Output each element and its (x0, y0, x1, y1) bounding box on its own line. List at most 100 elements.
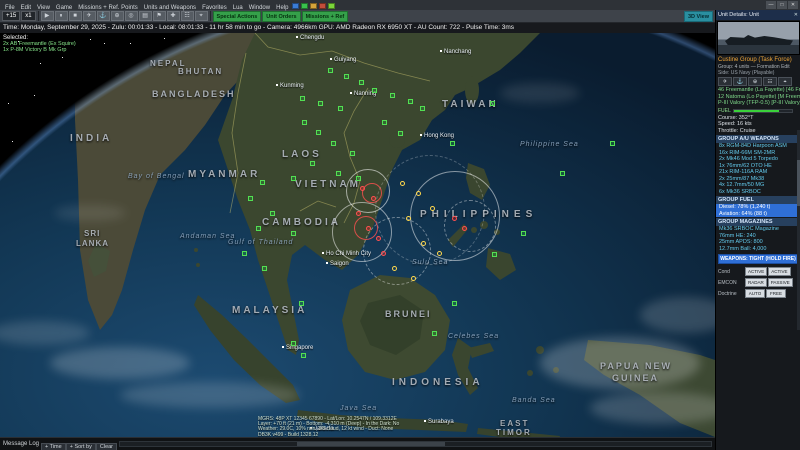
weapons-state-button[interactable]: WEAPONS: TIGHT (HOLD FIRE) (718, 254, 798, 264)
maximize-button[interactable]: □ (777, 1, 787, 9)
log-control--time[interactable]: + Time (41, 443, 66, 450)
unit-symbol-neutral[interactable] (400, 181, 405, 186)
unit-action-button-0[interactable]: ✈ (718, 77, 732, 86)
unit-symbol-friendly[interactable] (291, 176, 296, 181)
unit-symbol-friendly[interactable] (310, 161, 315, 166)
unit-symbol-friendly[interactable] (452, 301, 457, 306)
status-value-box[interactable]: AUTO (745, 289, 765, 298)
section-item-link[interactable]: 12.7mm Ball: 4,000 (716, 246, 800, 253)
unit-symbol-neutral[interactable] (406, 216, 411, 221)
unit-name-link[interactable]: Custine Group (Task Force) (716, 56, 800, 64)
unit-symbol-friendly[interactable] (291, 341, 296, 346)
unit-symbol-friendly[interactable] (328, 68, 333, 73)
unit-symbol-friendly[interactable] (382, 120, 387, 125)
menu-help[interactable]: Help (273, 5, 291, 11)
message-log-controls: + Time+ Sort byClear (41, 435, 117, 450)
unit-symbol-hostile[interactable] (356, 211, 361, 216)
unit-symbol-friendly[interactable] (270, 211, 275, 216)
unit-symbol-friendly[interactable] (291, 231, 296, 236)
status-value-box[interactable]: ACTIVE (745, 267, 767, 276)
unit-symbol-hostile[interactable] (376, 236, 381, 241)
horizontal-scrollbar[interactable] (119, 441, 712, 447)
unit-symbol-friendly[interactable] (336, 171, 341, 176)
message-log-label[interactable]: Message Log (3, 441, 39, 447)
status-value-box[interactable]: PASSIVE (768, 278, 793, 287)
menu-view[interactable]: View (34, 5, 53, 11)
unit-symbol-hostile[interactable] (366, 226, 371, 231)
menubar-icon-1[interactable] (301, 3, 308, 9)
group-member-link[interactable]: P-III Valory (TFP-0.5) [P-III Valory] (716, 100, 800, 107)
status-value-box[interactable]: RADAR (745, 278, 767, 287)
unit-symbol-friendly[interactable] (356, 176, 361, 181)
scrollbar-thumb[interactable] (297, 442, 445, 446)
unit-symbol-friendly[interactable] (302, 120, 307, 125)
menubar-icon-4[interactable] (328, 3, 335, 9)
unit-symbol-friendly[interactable] (248, 196, 253, 201)
unit-symbol-friendly[interactable] (490, 101, 495, 106)
section-item-link[interactable]: Aviation: 64% (88 t) (716, 211, 800, 218)
unit-symbol-hostile[interactable] (371, 196, 376, 201)
unit-symbol-friendly[interactable] (262, 266, 267, 271)
menu-window[interactable]: Window (246, 5, 273, 11)
unit-symbol-friendly[interactable] (331, 141, 336, 146)
unit-symbol-neutral[interactable] (416, 191, 421, 196)
unit-symbol-neutral[interactable] (430, 206, 435, 211)
globe-map[interactable]: NEPALBHUTANBANGLADESHINDIAMYANMARLAOSVIE… (0, 33, 715, 437)
menu-lua[interactable]: Lua (230, 5, 246, 11)
unit-symbol-friendly[interactable] (420, 106, 425, 111)
unit-symbol-hostile[interactable] (360, 186, 365, 191)
unit-symbol-neutral[interactable] (392, 266, 397, 271)
menu-edit[interactable]: Edit (18, 5, 34, 11)
unit-action-button-2[interactable]: ⊕ (748, 77, 762, 86)
unit-symbol-friendly[interactable] (350, 151, 355, 156)
menubar-icon-3[interactable] (319, 3, 326, 9)
unit-symbol-friendly[interactable] (299, 301, 304, 306)
section-item-link[interactable]: 6x Mk36 SRBOC (716, 189, 800, 196)
unit-symbol-friendly[interactable] (521, 231, 526, 236)
unit-symbol-friendly[interactable] (344, 74, 349, 79)
menu-units-and-weapons[interactable]: Units and Weapons (141, 5, 199, 11)
menu-missions-ref-points[interactable]: Missions + Ref. Points (75, 5, 141, 11)
menu-file[interactable]: File (2, 5, 18, 11)
unit-symbol-friendly[interactable] (372, 88, 377, 93)
close-button[interactable]: ✕ (788, 1, 798, 9)
unit-symbol-friendly[interactable] (256, 226, 261, 231)
unit-symbol-friendly[interactable] (359, 80, 364, 85)
unit-action-button-1[interactable]: ⚓ (733, 77, 747, 86)
unit-symbol-friendly[interactable] (301, 353, 306, 358)
unit-symbol-friendly[interactable] (260, 180, 265, 185)
unit-symbol-friendly[interactable] (242, 251, 247, 256)
unit-symbol-friendly[interactable] (390, 93, 395, 98)
unit-symbol-friendly[interactable] (492, 252, 497, 257)
menubar-icon-2[interactable] (310, 3, 317, 9)
menu-game[interactable]: Game (53, 5, 75, 11)
unit-symbol-friendly[interactable] (316, 130, 321, 135)
unit-symbol-hostile[interactable] (381, 251, 386, 256)
menu-favorites[interactable]: Favorites (199, 5, 230, 11)
close-icon[interactable]: ✕ (794, 10, 798, 20)
unit-symbol-friendly[interactable] (560, 171, 565, 176)
status-value-box[interactable]: FREE (766, 289, 786, 298)
unit-symbol-friendly[interactable] (318, 101, 323, 106)
unit-symbol-hostile[interactable] (462, 226, 467, 231)
unit-symbol-hostile[interactable] (452, 216, 457, 221)
unit-symbol-friendly[interactable] (398, 131, 403, 136)
log-control-clear[interactable]: Clear (96, 443, 117, 450)
toolbar-3d-view-button[interactable]: 3D View (684, 11, 713, 22)
unit-symbol-friendly[interactable] (450, 141, 455, 146)
group-member-link[interactable]: 46 Freemantle (La Fayette) [46 Freem] (716, 87, 800, 94)
menubar-icon-0[interactable] (292, 3, 299, 9)
status-value-box[interactable]: ACTIVE (768, 267, 790, 276)
unit-symbol-neutral[interactable] (437, 251, 442, 256)
unit-symbol-friendly[interactable] (432, 331, 437, 336)
unit-symbol-neutral[interactable] (411, 276, 416, 281)
unit-action-button-3[interactable]: ☷ (763, 77, 777, 86)
unit-symbol-friendly[interactable] (610, 141, 615, 146)
unit-symbol-friendly[interactable] (300, 96, 305, 101)
minimize-button[interactable]: — (766, 1, 776, 9)
log-control--sort-by[interactable]: + Sort by (66, 443, 96, 450)
unit-symbol-friendly[interactable] (338, 106, 343, 111)
unit-action-button-4[interactable]: ⌖ (778, 77, 792, 86)
unit-symbol-friendly[interactable] (408, 99, 413, 104)
unit-symbol-neutral[interactable] (421, 241, 426, 246)
